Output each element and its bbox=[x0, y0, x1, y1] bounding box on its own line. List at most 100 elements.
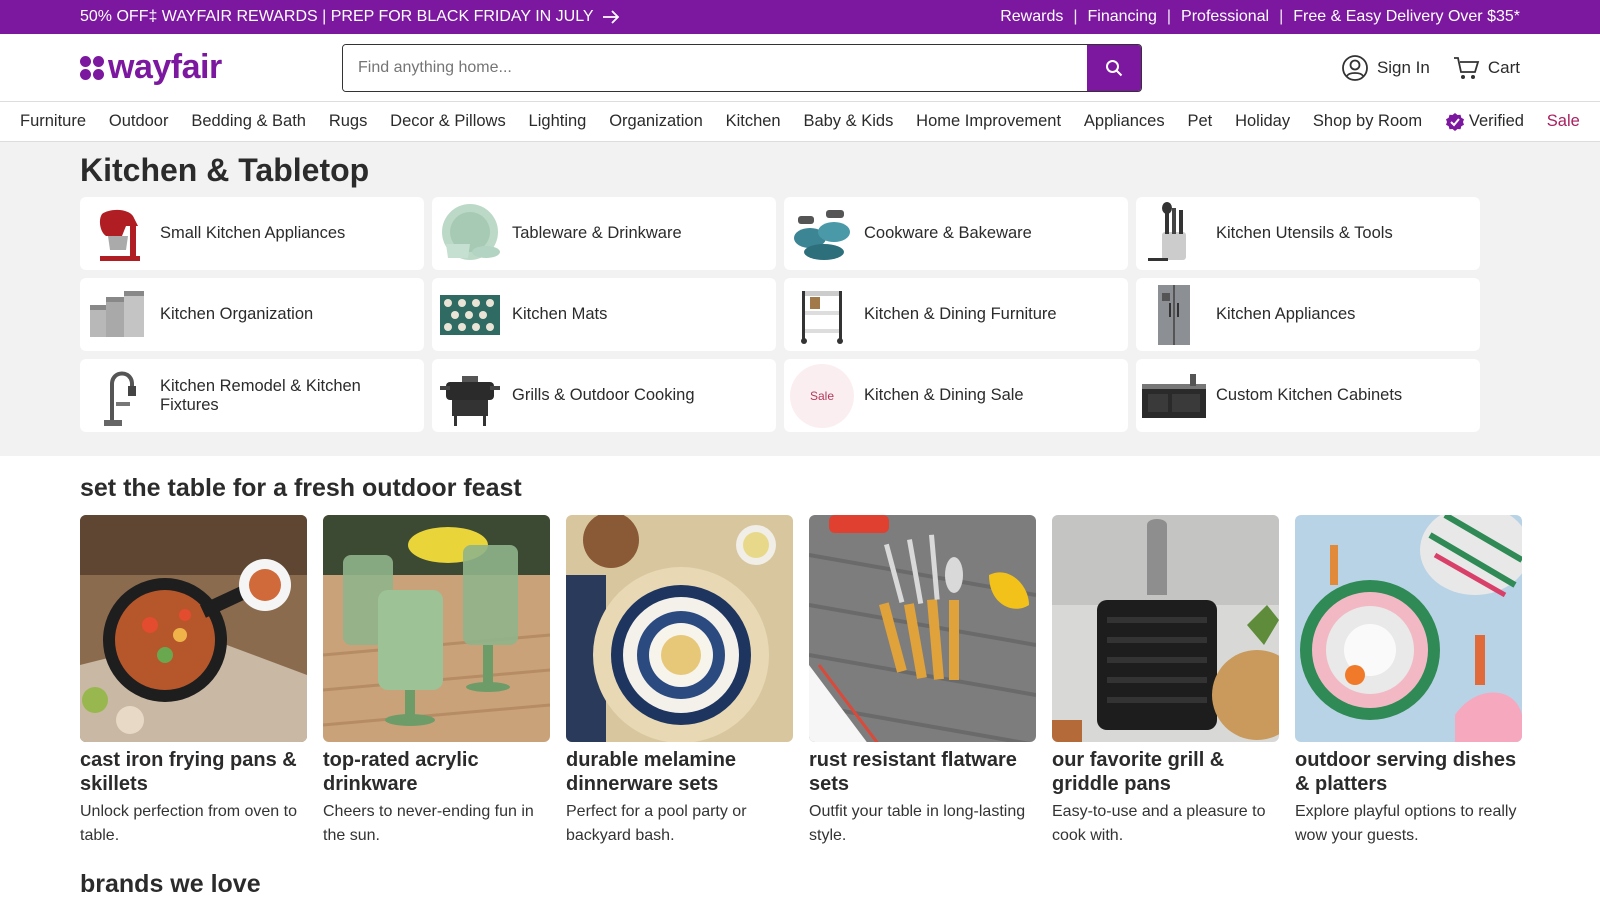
nav-home-improvement[interactable]: Home Improvement bbox=[916, 112, 1061, 131]
search-button[interactable] bbox=[1087, 44, 1141, 91]
divider: | bbox=[1166, 8, 1172, 25]
nav-sale[interactable]: Sale bbox=[1547, 112, 1580, 131]
feature-title[interactable]: cast iron frying pans & skillets bbox=[80, 748, 307, 796]
category-label: Custom Kitchen Cabinets bbox=[1216, 386, 1403, 404]
grill-icon bbox=[438, 364, 502, 428]
feature-title[interactable]: rust resistant flatware sets bbox=[809, 748, 1036, 796]
category-label: Small Kitchen Appliances bbox=[160, 224, 346, 242]
pots-icon bbox=[790, 202, 854, 266]
flatware-image bbox=[809, 515, 1036, 742]
wayfair-logo[interactable]: wayfair bbox=[80, 48, 342, 87]
nav-outdoor[interactable]: Outdoor bbox=[109, 112, 169, 131]
mat-icon bbox=[438, 283, 502, 347]
serving-dishes-image bbox=[1295, 515, 1522, 742]
category-label: Tableware & Drinkware bbox=[512, 224, 682, 242]
category-label: Grills & Outdoor Cooking bbox=[512, 386, 695, 404]
nav-decor-pillows[interactable]: Decor & Pillows bbox=[390, 112, 506, 131]
category-tile[interactable]: Custom Kitchen Cabinets bbox=[1136, 359, 1480, 432]
nav-organization[interactable]: Organization bbox=[609, 112, 703, 131]
feature-section-title: set the table for a fresh outdoor feast bbox=[80, 474, 522, 502]
category-tile[interactable]: Kitchen Appliances bbox=[1136, 278, 1480, 351]
promo-professional-link[interactable]: Professional bbox=[1181, 8, 1269, 26]
category-tile[interactable]: Cookware & Bakeware bbox=[784, 197, 1128, 270]
skillet-image bbox=[80, 515, 307, 742]
dinnerware-image bbox=[566, 515, 793, 742]
canisters-icon bbox=[86, 283, 150, 347]
nav-baby-kids[interactable]: Baby & Kids bbox=[803, 112, 893, 131]
feature-card[interactable]: cast iron frying pans & skillets Unlock … bbox=[80, 515, 307, 848]
divider: | bbox=[1073, 8, 1078, 25]
category-label: Kitchen Mats bbox=[512, 305, 608, 323]
category-tile[interactable]: Kitchen Mats bbox=[432, 278, 776, 351]
feature-title[interactable]: top-rated acrylic drinkware bbox=[323, 748, 550, 796]
nav-appliances[interactable]: Appliances bbox=[1084, 112, 1165, 131]
fridge-icon bbox=[1142, 283, 1206, 347]
feature-title[interactable]: our favorite grill & griddle pans bbox=[1052, 748, 1279, 796]
category-tile[interactable]: Small Kitchen Appliances bbox=[80, 197, 424, 270]
category-tile[interactable]: Sale Kitchen & Dining Sale bbox=[784, 359, 1128, 432]
nav-holiday[interactable]: Holiday bbox=[1235, 112, 1290, 131]
feature-description: Unlock perfection from oven to table. bbox=[80, 803, 297, 844]
category-tile[interactable]: Kitchen & Dining Furniture bbox=[784, 278, 1128, 351]
promo-delivery-link[interactable]: Free & Easy Delivery Over $35* bbox=[1293, 8, 1520, 26]
section-title: Kitchen & Tabletop bbox=[80, 152, 370, 188]
plates-icon bbox=[438, 202, 502, 266]
feature-card[interactable]: rust resistant flatware sets Outfit your… bbox=[809, 515, 1036, 848]
category-label: Cookware & Bakeware bbox=[864, 224, 1032, 242]
category-label: Kitchen & Dining Furniture bbox=[864, 305, 1057, 323]
promo-rewards-link[interactable]: Rewards bbox=[1000, 8, 1063, 26]
brands-section-title: brands we love bbox=[80, 870, 261, 898]
utensils-icon bbox=[1142, 201, 1206, 266]
search-icon bbox=[1106, 59, 1123, 76]
category-label: Kitchen Utensils & Tools bbox=[1216, 224, 1393, 242]
drinkware-image bbox=[323, 515, 550, 742]
feature-title[interactable]: durable melamine dinnerware sets bbox=[566, 748, 793, 796]
feature-description: Easy-to-use and a pleasure to cook with. bbox=[1052, 803, 1266, 844]
faucet-icon bbox=[86, 364, 150, 428]
nav-verified[interactable]: Verified bbox=[1445, 112, 1524, 132]
cabinet-icon bbox=[1142, 364, 1206, 428]
feature-card[interactable]: durable melamine dinnerware sets Perfect… bbox=[566, 515, 793, 848]
promo-text[interactable]: 50% OFF‡ WAYFAIR REWARDS | PREP FOR BLAC… bbox=[80, 8, 594, 26]
category-tile[interactable]: Kitchen Remodel & Kitchen Fixtures bbox=[80, 359, 424, 432]
feature-title[interactable]: outdoor serving dishes & platters bbox=[1295, 748, 1522, 796]
sign-in-label: Sign In bbox=[1376, 57, 1430, 77]
promo-financing-link[interactable]: Financing bbox=[1088, 8, 1157, 26]
feature-card[interactable]: our favorite grill & griddle pans Easy-t… bbox=[1052, 515, 1279, 848]
outdoor-feast-section: set the table for a fresh outdoor feast … bbox=[0, 456, 1600, 848]
feature-description: Perfect for a pool party or backyard bas… bbox=[566, 803, 747, 844]
nav-bedding-bath[interactable]: Bedding & Bath bbox=[191, 112, 306, 131]
search-input[interactable] bbox=[343, 44, 1087, 91]
category-label: Kitchen Organization bbox=[160, 305, 314, 323]
logo-text: wayfair bbox=[108, 48, 222, 86]
nav-verified-label: Verified bbox=[1468, 112, 1524, 130]
stand-mixer-icon bbox=[86, 202, 150, 266]
feature-card[interactable]: outdoor serving dishes & platters Explor… bbox=[1295, 515, 1522, 848]
category-tile[interactable]: Tableware & Drinkware bbox=[432, 197, 776, 270]
nav-furniture[interactable]: Furniture bbox=[20, 112, 86, 131]
category-tile[interactable]: Grills & Outdoor Cooking bbox=[432, 359, 776, 432]
sign-in-button[interactable]: Sign In bbox=[1341, 54, 1430, 82]
verified-badge-icon bbox=[1445, 112, 1464, 131]
cart-label: Cart bbox=[1487, 57, 1520, 77]
category-label: Kitchen Appliances bbox=[1216, 305, 1356, 323]
promo-link[interactable]: 50% OFF‡ WAYFAIR REWARDS | PREP FOR BLAC… bbox=[80, 8, 620, 26]
nav-rugs[interactable]: Rugs bbox=[329, 112, 368, 131]
category-label: Kitchen Remodel & Kitchen Fixtures bbox=[160, 376, 361, 414]
logo-mark-icon bbox=[80, 55, 104, 80]
category-label: Kitchen & Dining Sale bbox=[864, 386, 1024, 404]
divider: | bbox=[1279, 8, 1284, 25]
nav-pet[interactable]: Pet bbox=[1187, 112, 1212, 131]
category-tile[interactable]: Kitchen Utensils & Tools bbox=[1136, 197, 1480, 270]
nav-kitchen[interactable]: Kitchen bbox=[726, 112, 781, 131]
category-tile[interactable]: Kitchen Organization bbox=[80, 278, 424, 351]
sale-icon: Sale bbox=[790, 363, 854, 428]
nav-lighting[interactable]: Lighting bbox=[529, 112, 587, 131]
feature-card[interactable]: top-rated acrylic drinkware Cheers to ne… bbox=[323, 515, 550, 848]
cart-button[interactable]: Cart bbox=[1452, 54, 1520, 82]
user-icon bbox=[1342, 54, 1368, 81]
site-header: wayfair Sign In Cart bbox=[0, 34, 1600, 102]
kitchen-tabletop-section: Kitchen & Tabletop Small Kitchen Applian… bbox=[0, 142, 1600, 456]
nav-shop-by-room[interactable]: Shop by Room bbox=[1313, 112, 1422, 131]
cart-icon bbox=[790, 283, 854, 347]
